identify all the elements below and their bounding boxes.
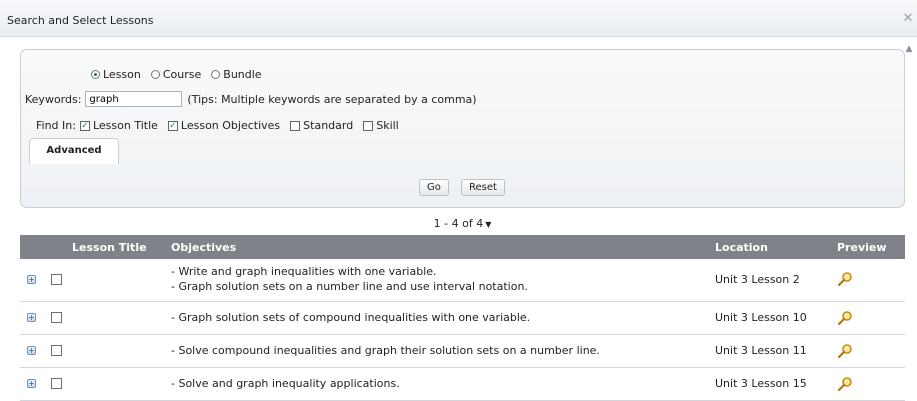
reset-button[interactable]: Reset [461,179,505,196]
radio-bundle-label: Bundle [223,68,262,81]
checkbox-lesson-objectives[interactable]: ✓ [167,120,178,131]
chevron-down-icon[interactable]: ▼ [485,220,491,229]
keywords-tips: (Tips: Multiple keywords are separated b… [187,92,477,106]
dialog-title: Search and Select Lessons [7,14,154,27]
find-in-row: Find In: ✓ Lesson Title ✓ Lesson Objecti… [36,119,409,132]
magnifier-icon[interactable] [837,343,853,359]
find-in-label: Find In: [36,119,76,132]
tab-advanced[interactable]: Advanced [29,138,119,164]
checkbox-skill-label: Skill [376,119,399,132]
row-objectives: - Solve compound inequalities and graph … [171,343,600,358]
header-preview: Preview [837,241,887,254]
close-icon[interactable]: ✕ [901,12,915,26]
pager-text: 1 - 4 of 4 [433,217,484,230]
row-objectives: - Graph solution sets of compound inequa… [171,310,530,325]
checkbox-skill[interactable] [363,120,374,131]
header-lesson-title[interactable]: Lesson Title [72,241,147,254]
objective-text: - Write and graph inequalities with one … [171,265,437,278]
radio-course[interactable] [150,70,160,79]
row-checkbox[interactable] [51,312,62,323]
row-objectives: - Solve and graph inequality application… [171,376,400,391]
expand-icon[interactable]: + [27,346,36,355]
header-location[interactable]: Location [715,241,768,254]
row-location: Unit 3 Lesson 2 [715,273,800,286]
checkbox-standard-label: Standard [303,119,354,132]
radio-course-label: Course [162,68,202,81]
results-table: Lesson Title Objectives Location Preview… [20,235,905,401]
table-row: + - Solve compound inequalities and grap… [20,335,905,368]
checkbox-lesson-objectives-label: Lesson Objectives [180,119,281,132]
checkbox-lesson-title-label: Lesson Title [92,119,158,132]
row-location: Unit 3 Lesson 10 [715,311,807,324]
go-button[interactable]: Go [419,179,449,196]
radio-bundle[interactable] [211,70,221,79]
row-location: Unit 3 Lesson 11 [715,344,807,357]
magnifier-icon[interactable] [837,310,853,326]
checkbox-standard[interactable] [290,120,301,131]
expand-icon[interactable]: + [27,313,36,322]
row-objectives: - Write and graph inequalities with one … [171,264,528,294]
search-panel: Lesson Course Bundle Keywords: (Tips: Mu… [20,49,905,208]
pager[interactable]: 1 - 4 of 4 ▼ [20,214,905,234]
dialog-titlebar: Search and Select Lessons ✕ [0,0,917,37]
row-checkbox[interactable] [51,345,62,356]
keywords-label: Keywords: [25,92,82,106]
objective-text: - Graph solution sets of compound inequa… [171,311,531,324]
objective-text: - Solve and graph inequality application… [171,377,400,390]
row-checkbox[interactable] [51,378,62,389]
header-objectives[interactable]: Objectives [171,241,236,254]
radio-lesson[interactable] [91,70,100,79]
table-header: Lesson Title Objectives Location Preview [20,235,905,259]
radio-lesson-label: Lesson [103,68,141,81]
objective-text: - Solve compound inequalities and graph … [171,344,600,357]
keywords-row: Keywords: (Tips: Multiple keywords are s… [25,91,477,107]
objective-text: - Graph solution sets on a number line a… [171,280,528,293]
checkbox-lesson-title[interactable]: ✓ [79,120,90,131]
expand-icon[interactable]: + [27,275,36,284]
table-row: + - Graph solution sets of compound ineq… [20,302,905,335]
magnifier-icon[interactable] [837,271,853,287]
row-location: Unit 3 Lesson 15 [715,377,807,390]
magnifier-icon[interactable] [837,376,853,392]
table-row: + - Solve and graph inequality applicati… [20,368,905,401]
expand-icon[interactable]: + [27,379,36,388]
row-checkbox[interactable] [51,274,62,285]
scroll-up-icon[interactable]: ▲ [904,44,914,54]
table-row: + - Write and graph inequalities with on… [20,259,905,302]
keywords-input[interactable] [85,91,183,107]
search-type-group: Lesson Course Bundle [91,68,272,81]
